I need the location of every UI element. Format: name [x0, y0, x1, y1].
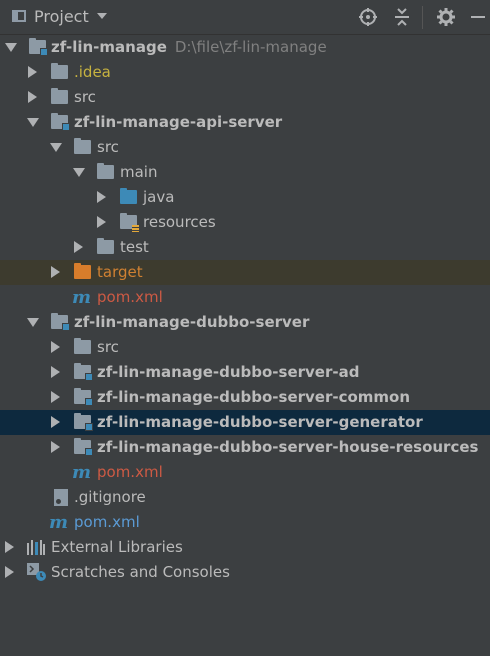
tree-node-label: pom.xml — [74, 513, 140, 531]
tree-node-label: src — [97, 138, 119, 156]
project-toolbar: Project — [0, 0, 490, 35]
tree-node-label: zf-lin-manage-api-server — [74, 113, 283, 131]
expand-arrow-icon[interactable] — [73, 168, 85, 177]
tree-node-label: .idea — [74, 63, 111, 81]
expand-arrow-icon[interactable] — [27, 318, 39, 327]
tree-node-api-server[interactable]: zf-lin-manage-api-server — [0, 110, 490, 135]
expand-arrow-icon[interactable] — [27, 118, 39, 127]
tree-node-label: .gitignore — [74, 488, 146, 506]
project-view-title[interactable]: Project — [34, 7, 89, 26]
module-folder-icon — [74, 388, 93, 406]
scratches-icon — [27, 563, 46, 581]
tree-node-target[interactable]: target — [0, 260, 490, 285]
tree-node-label: src — [74, 88, 96, 106]
tree-node-main[interactable]: main — [0, 160, 490, 185]
tree-node-label: zf-lin-manage-dubbo-server-ad — [97, 363, 360, 381]
resources-folder-icon — [120, 213, 139, 232]
tree-node-src[interactable]: src — [0, 335, 490, 360]
hide-icon[interactable] — [468, 7, 488, 27]
tree-node-resources[interactable]: resources — [0, 210, 490, 235]
toolbar-divider — [422, 6, 423, 29]
libraries-icon — [27, 540, 45, 555]
collapsed-arrow-icon[interactable] — [97, 216, 106, 228]
tree-node-label: test — [120, 238, 149, 256]
tree-node-label: zf-lin-manage — [51, 38, 167, 56]
tree-node-label: main — [120, 163, 158, 181]
collapsed-arrow-icon[interactable] — [5, 566, 14, 578]
maven-icon: m — [72, 287, 92, 308]
tree-node-java[interactable]: java — [0, 185, 490, 210]
collapsed-arrow-icon[interactable] — [51, 441, 60, 453]
collapsed-arrow-icon[interactable] — [5, 541, 14, 553]
collapsed-arrow-icon[interactable] — [51, 366, 60, 378]
tree-node-label: src — [97, 338, 119, 356]
chevron-down-icon[interactable] — [97, 13, 107, 19]
tree-node-label: pom.xml — [97, 288, 163, 306]
maven-icon: m — [72, 462, 92, 483]
tree-node-pom[interactable]: m pom.xml — [0, 510, 490, 535]
tree-node-dubbo-server[interactable]: zf-lin-manage-dubbo-server — [0, 310, 490, 335]
expand-arrow-icon[interactable] — [5, 43, 17, 52]
module-folder-icon — [74, 363, 93, 381]
settings-icon[interactable] — [436, 7, 456, 27]
collapsed-arrow-icon[interactable] — [74, 241, 83, 253]
tree-node-label: java — [143, 188, 175, 206]
tree-node-label: target — [97, 263, 143, 281]
collapsed-arrow-icon[interactable] — [28, 91, 37, 103]
collapsed-arrow-icon[interactable] — [97, 191, 106, 203]
module-folder-icon — [29, 38, 48, 56]
tree-node-scratches[interactable]: Scratches and Consoles — [0, 560, 490, 585]
collapsed-arrow-icon[interactable] — [51, 266, 60, 278]
collapse-all-icon[interactable] — [392, 7, 412, 27]
tree-node-label: zf-lin-manage-dubbo-server-house-resourc… — [97, 438, 479, 456]
source-folder-icon — [120, 188, 137, 204]
tree-node-dubbo-server-house-resources[interactable]: zf-lin-manage-dubbo-server-house-resourc… — [0, 435, 490, 460]
tree-node-pom[interactable]: m pom.xml — [0, 460, 490, 485]
git-file-icon — [54, 489, 68, 506]
collapsed-arrow-icon[interactable] — [28, 66, 37, 78]
excluded-folder-icon — [74, 263, 91, 279]
tree-node-gitignore[interactable]: .gitignore — [0, 485, 490, 510]
folder-icon — [97, 163, 114, 179]
folder-icon — [74, 138, 91, 154]
tree-node-test[interactable]: test — [0, 235, 490, 260]
tree-node-dubbo-server-common[interactable]: zf-lin-manage-dubbo-server-common — [0, 385, 490, 410]
module-folder-icon — [74, 413, 93, 431]
tree-node-src[interactable]: src — [0, 85, 490, 110]
tree-node-label: External Libraries — [51, 538, 183, 556]
tree-node-dubbo-server-ad[interactable]: zf-lin-manage-dubbo-server-ad — [0, 360, 490, 385]
tree-node-label: zf-lin-manage-dubbo-server-common — [97, 388, 411, 406]
locate-icon[interactable] — [358, 7, 378, 27]
project-path-hint: D:\file\zf-lin-manage — [174, 38, 327, 56]
expand-arrow-icon[interactable] — [50, 143, 62, 152]
tree-node-src[interactable]: src — [0, 135, 490, 160]
collapsed-arrow-icon[interactable] — [51, 416, 60, 428]
folder-icon — [51, 63, 68, 79]
project-window-icon — [12, 10, 26, 22]
maven-icon: m — [49, 512, 69, 533]
tree-node-label: Scratches and Consoles — [51, 563, 230, 581]
collapsed-arrow-icon[interactable] — [51, 391, 60, 403]
tree-node-dubbo-server-generator[interactable]: zf-lin-manage-dubbo-server-generator — [0, 410, 490, 435]
tree-node-external-libraries[interactable]: External Libraries — [0, 535, 490, 560]
tree-node-label: zf-lin-manage-dubbo-server — [74, 313, 310, 331]
module-folder-icon — [74, 438, 93, 456]
tree-node-label: resources — [143, 213, 216, 231]
module-folder-icon — [51, 313, 70, 331]
collapsed-arrow-icon[interactable] — [51, 341, 60, 353]
tree-node-pom[interactable]: m pom.xml — [0, 285, 490, 310]
folder-icon — [74, 338, 91, 354]
folder-icon — [97, 238, 114, 254]
tree-node-zf-lin-manage[interactable]: zf-lin-manage D:\file\zf-lin-manage — [0, 35, 490, 60]
folder-icon — [51, 88, 68, 104]
tree-node-idea[interactable]: .idea — [0, 60, 490, 85]
tree-node-label: pom.xml — [97, 463, 163, 481]
tree-node-label: zf-lin-manage-dubbo-server-generator — [97, 413, 423, 431]
module-folder-icon — [51, 113, 70, 131]
